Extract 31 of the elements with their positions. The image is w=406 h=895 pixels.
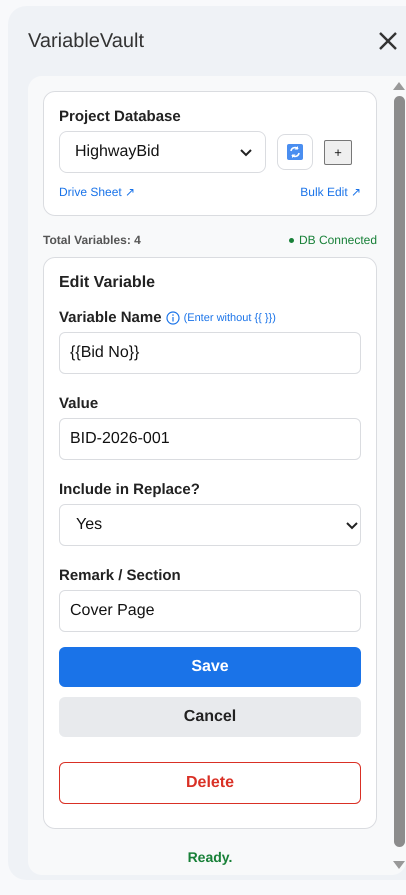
select-field[interactable]: Yes: [59, 504, 361, 546]
field-label: Remark / Section: [59, 567, 181, 584]
status-text: DB Connected: [298, 233, 377, 247]
save-button[interactable]: Save: [59, 647, 361, 687]
scroll-down-icon[interactable]: [393, 861, 405, 869]
input-field[interactable]: {{Bid No}}: [59, 332, 361, 374]
input-field[interactable]: BID-2026-001: [59, 418, 361, 460]
close-icon[interactable]: [378, 31, 398, 51]
cancel-button[interactable]: Cancel: [59, 697, 361, 737]
add-button[interactable]: +: [324, 140, 352, 164]
section-heading: Edit Variable: [59, 274, 156, 292]
delete-button[interactable]: Delete: [59, 762, 361, 804]
total-count: Total Variables: 4: [43, 233, 141, 247]
field-label: Variable Name: [59, 309, 162, 326]
hint-text: (Enter without {{ }}): [184, 312, 276, 324]
caret-icon: [345, 520, 359, 530]
app-title: VariableVault: [28, 30, 144, 52]
status-message: Ready.: [186, 849, 234, 865]
scrollbar-thumb[interactable]: [394, 96, 404, 847]
drive-sheet-link[interactable]: Drive Sheet ↗: [59, 185, 136, 199]
database-select[interactable]: HighwayBid: [59, 131, 266, 173]
field-label: Project Database: [59, 108, 182, 125]
field-label: Include in Replace?: [59, 481, 200, 498]
refresh-icon: [287, 144, 303, 160]
input-field[interactable]: Cover Page: [59, 590, 361, 632]
info-icon[interactable]: [166, 310, 180, 324]
scroll-up-icon[interactable]: [393, 82, 405, 90]
field-label: Value: [59, 395, 98, 412]
caret-icon: [239, 148, 253, 156]
refresh-button[interactable]: [277, 134, 313, 170]
bulk-edit-link[interactable]: Bulk Edit ↗: [300, 185, 361, 199]
